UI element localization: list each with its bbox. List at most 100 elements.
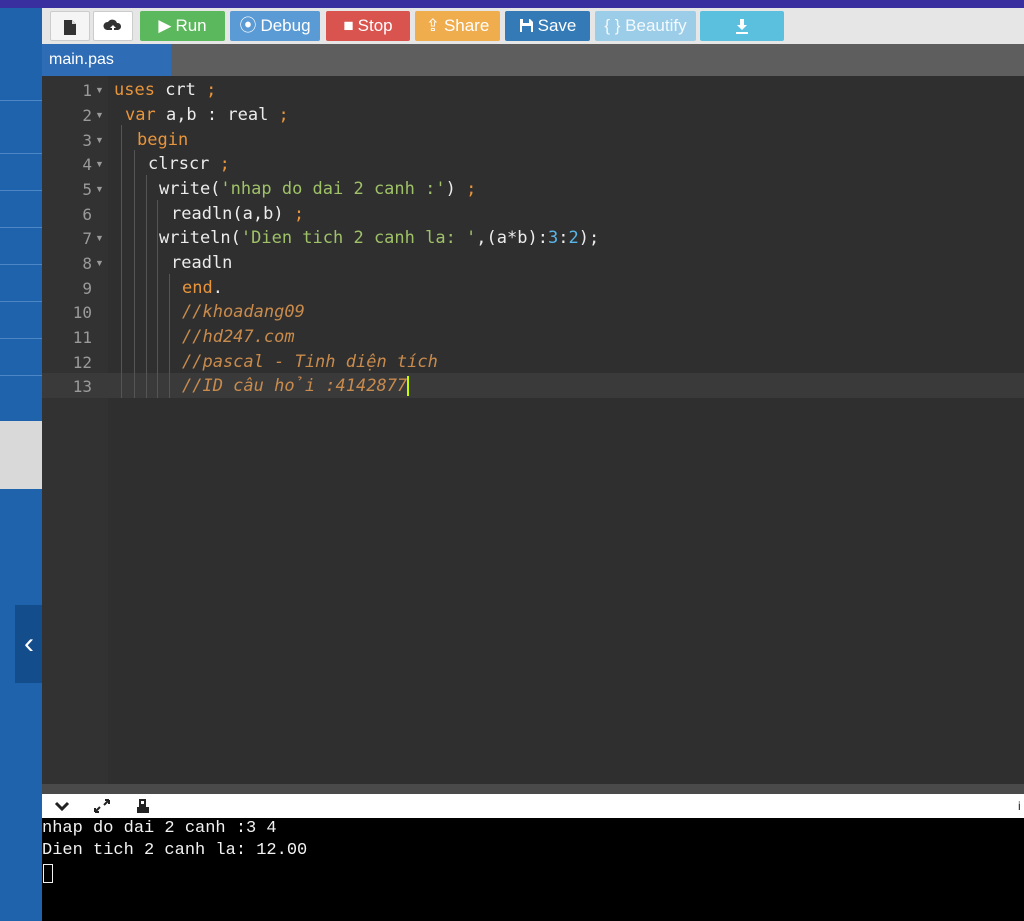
share-label: Share (443, 16, 490, 35)
share-button[interactable]: ⇪ Share (415, 11, 500, 41)
code-token: ); (578, 228, 600, 248)
indent-guide (134, 150, 135, 398)
fold-arrow-icon[interactable]: ▼ (95, 226, 104, 251)
indent-guide (146, 175, 147, 398)
code-line: //ID câu hỏi :4142877 (182, 374, 410, 399)
file-icon (64, 20, 76, 36)
code-token: ; (206, 80, 217, 100)
indent-guide (157, 200, 158, 398)
output-console[interactable]: nhap do dai 2 canh :3 4 Dien tich 2 canh… (42, 818, 1024, 921)
sidebar-divider (0, 301, 42, 302)
chevron-left-icon: ‹ (24, 627, 34, 660)
fold-arrow-icon[interactable]: ▼ (95, 177, 104, 202)
code-token: ) (445, 179, 467, 199)
code-token: a,b : real (155, 105, 279, 125)
text-cursor (407, 376, 410, 396)
info-icon[interactable]: i (1018, 794, 1021, 818)
line-number: 8 (82, 254, 92, 273)
stop-label: Stop (357, 16, 393, 35)
line-number: 5 (82, 180, 92, 199)
floppy-disk-icon (519, 19, 533, 32)
code-line: var a,b : real ; (125, 103, 289, 128)
cloud-upload-icon (103, 19, 122, 34)
sidebar-divider (0, 375, 42, 376)
code-token: . (212, 278, 223, 298)
code-token: 3 (547, 228, 559, 248)
code-line: end. (182, 276, 223, 301)
code-line: clrscr ; (148, 152, 230, 177)
fold-arrow-icon[interactable]: ▼ (95, 251, 104, 276)
share-icon: ⇪ (425, 16, 440, 35)
stop-icon: ■ (343, 16, 354, 35)
save-label: Save (537, 16, 577, 35)
code-line: readln (171, 251, 232, 276)
code-token: writeln( (159, 228, 241, 248)
tab-main-pas[interactable]: main.pas (42, 44, 171, 76)
code-token: end (182, 278, 213, 298)
fold-arrow-icon[interactable]: ▼ (95, 128, 104, 153)
fold-arrow-icon[interactable]: ▼ (95, 152, 104, 177)
download-icon (736, 19, 748, 35)
code-token: 2 (568, 228, 579, 248)
code-token: //pascal - Tinh diện tích (182, 352, 438, 372)
clear-console-icon[interactable] (134, 794, 152, 818)
upload-button[interactable] (93, 11, 133, 41)
line-number: 3 (82, 131, 92, 150)
code-line: begin (137, 128, 188, 153)
sidebar-divider (0, 227, 42, 228)
terminal-cursor (43, 864, 53, 883)
sidebar-divider (0, 153, 42, 154)
tab-bar: main.pas (42, 44, 1024, 76)
run-button[interactable]: ▶ Run (140, 11, 225, 41)
line-number: 10 (72, 303, 92, 322)
chevron-down-icon[interactable] (54, 794, 70, 818)
beautify-button[interactable]: { } Beautify (595, 11, 696, 41)
debug-label: Debug (260, 16, 311, 35)
code-token: readln(a,b) (171, 204, 294, 224)
fold-arrow-icon[interactable]: ▼ (95, 103, 104, 128)
code-line: //khoadang09 (182, 300, 305, 325)
code-token: 'nhap do dai 2 canh :' (220, 179, 446, 199)
code-token: ; (293, 204, 305, 224)
code-token: //hd247.com (182, 327, 295, 347)
code-token: ,(a*b): (476, 228, 548, 248)
editor-horizontal-scrollbar[interactable] (42, 784, 1024, 794)
console-line: Dien tich 2 canh la: 12.00 (42, 841, 308, 860)
code-line: uses crt ; (114, 78, 216, 103)
line-number: 9 (82, 279, 92, 298)
line-number: 6 (82, 205, 92, 224)
code-token: uses (114, 80, 155, 100)
sidebar-gray-panel (0, 421, 42, 489)
sidebar-divider (0, 338, 42, 339)
code-token: : (558, 228, 569, 248)
code-line: write('nhap do dai 2 canh :') ; (159, 177, 476, 202)
code-line: //pascal - Tinh diện tích (182, 350, 438, 375)
left-sidebar (0, 8, 42, 921)
code-token: ; (466, 179, 477, 199)
code-token: //khoadang09 (182, 302, 305, 322)
sidebar-divider (0, 100, 42, 101)
code-token: begin (137, 130, 189, 150)
fold-arrow-icon[interactable]: ▼ (95, 78, 104, 103)
stop-button[interactable]: ■ Stop (326, 11, 410, 41)
collapse-sidebar-button[interactable]: ‹ (15, 605, 43, 683)
code-token: write( (159, 179, 221, 199)
save-button[interactable]: Save (505, 11, 590, 41)
run-label: Run (175, 16, 207, 35)
indent-guide (169, 274, 170, 398)
code-line: writeln('Dien tich 2 canh la: ',(a*b):3:… (159, 226, 599, 251)
tab-label: main.pas (49, 51, 114, 68)
download-button[interactable] (700, 11, 784, 41)
toolbar: ▶ Run ⦿ Debug ■ Stop ⇪ Share Save { } Beauti… (42, 8, 1024, 44)
beautify-label: { } Beautify (604, 16, 687, 35)
new-file-button[interactable] (50, 11, 90, 41)
expand-icon[interactable] (93, 794, 111, 818)
code-token: ; (219, 154, 230, 174)
line-number: 13 (72, 377, 92, 396)
debug-button[interactable]: ⦿ Debug (230, 11, 320, 41)
line-number: 2 (82, 106, 92, 125)
line-number: 1 (82, 81, 92, 100)
code-token: var (125, 105, 156, 125)
window-top-strip (0, 0, 1024, 8)
code-line: readln(a,b) ; (171, 202, 304, 227)
